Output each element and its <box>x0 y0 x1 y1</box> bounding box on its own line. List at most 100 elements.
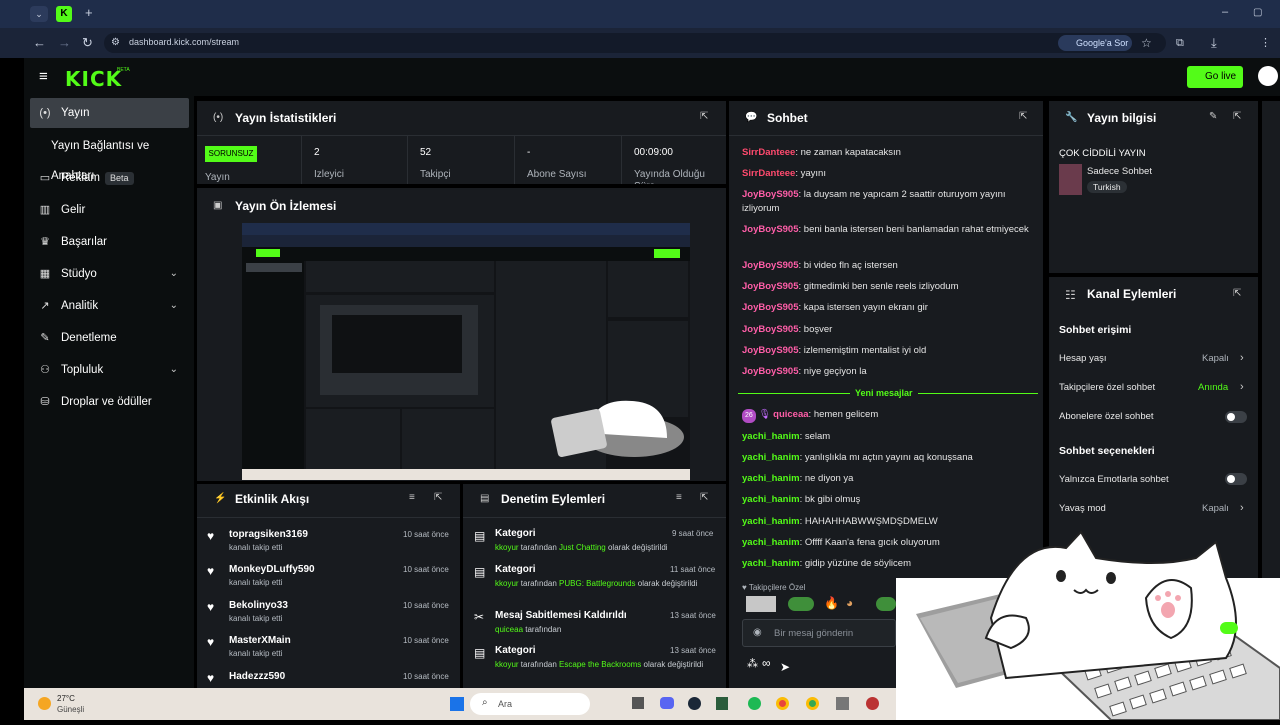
account-age-value[interactable]: Kapalı <box>1202 353 1229 364</box>
chat-input-placeholder: Bir mesaj gönderin <box>774 628 854 639</box>
popout-icon[interactable]: ⇱ <box>700 111 708 122</box>
chevron-right-icon[interactable]: › <box>1240 381 1244 393</box>
reload-icon[interactable]: ↻ <box>82 35 93 51</box>
popout-icon[interactable]: ⇱ <box>1019 111 1027 122</box>
mod-action-title: Kategori <box>495 645 536 656</box>
go-live-button[interactable]: Go live <box>1187 66 1243 88</box>
url-text[interactable]: dashboard.kick.com/stream <box>129 37 239 47</box>
url-field[interactable] <box>104 33 1166 53</box>
windows-start-icon[interactable] <box>450 697 464 711</box>
filter-icon[interactable]: ≡ <box>409 492 415 503</box>
kick-logo[interactable]: KICK <box>65 67 122 91</box>
downloads-icon[interactable]: ⤓ <box>1211 35 1217 51</box>
duration-stat: 00:09:00 Yayında Olduğu Süre <box>621 136 726 184</box>
site-info-icon[interactable]: ⚙ <box>111 35 120 51</box>
slow-mode-value[interactable]: Kapalı <box>1202 503 1229 514</box>
search-icon: ⌕ <box>482 697 488 708</box>
taskbar-search[interactable]: Ara <box>470 693 590 715</box>
activity-user[interactable]: Hadezzz590 <box>229 671 285 682</box>
spotify-icon[interactable] <box>748 697 761 710</box>
chrome-icon[interactable] <box>806 697 819 710</box>
followers-label: Takipçi <box>420 169 451 180</box>
sidebar-item-denetleme[interactable]: ✎ Denetleme <box>30 323 192 353</box>
moderation-title: Denetim Eylemleri <box>501 492 606 506</box>
emote-thumb[interactable] <box>746 596 776 612</box>
sidebar-item-gelir[interactable]: ▥ Gelir <box>30 195 192 225</box>
back-icon[interactable]: ← <box>33 35 46 51</box>
activity-user[interactable]: topragsiken3169 <box>229 529 308 540</box>
taskbar-app-icon[interactable] <box>716 697 728 710</box>
google-ask-button[interactable]: Google'a Sor <box>1058 35 1132 51</box>
viewers-value: 2 <box>314 147 320 158</box>
sidebar-item-topluluk[interactable]: ⚇ Topluluk ⌄ <box>30 355 192 385</box>
chat-message: JoyBoyS905: niye geçiyon la <box>742 366 867 377</box>
sidebar-item-studyo[interactable]: ▦ Stüdyo ⌄ <box>30 259 192 289</box>
slow-mode-label[interactable]: Yavaş mod <box>1059 503 1106 514</box>
kick-tab-favicon[interactable]: K <box>56 6 72 22</box>
chat-message: JoyBoyS905: kapa istersen yayın ekranı g… <box>742 302 928 313</box>
chat-message: yachi_hanim: selam <box>742 431 831 442</box>
new-tab-icon[interactable]: + <box>85 5 93 21</box>
popout-icon[interactable]: ⇱ <box>700 492 708 503</box>
emote-strip[interactable]: 🔥 ◕ <box>746 596 896 614</box>
taskbar-app-icon[interactable] <box>836 697 849 710</box>
channel-actions-title: Kanal Eylemleri <box>1087 287 1177 301</box>
fire-emote[interactable]: 🔥 <box>824 596 839 610</box>
steam-icon[interactable] <box>688 697 701 710</box>
menu-dots-icon[interactable]: ⋮ <box>1260 35 1271 51</box>
popout-icon[interactable]: ⇱ <box>1233 288 1241 299</box>
discord-icon[interactable] <box>660 697 674 709</box>
chat-footer-icon[interactable]: ⁂ <box>747 657 758 670</box>
frog-emote[interactable] <box>788 597 814 611</box>
followers-only-value[interactable]: Anında <box>1198 382 1228 393</box>
chevron-right-icon[interactable]: › <box>1240 502 1244 514</box>
subscriber-badge: 26 <box>742 409 756 423</box>
account-age-label[interactable]: Hesap yaşı <box>1059 353 1107 364</box>
activity-action: kanalı takip etti <box>229 543 283 552</box>
activity-user[interactable]: MasterXMain <box>229 635 291 646</box>
hamburger-menu-icon[interactable]: ≡ <box>39 69 48 85</box>
followers-only-notice: ♥ Takipçilere Özel <box>742 583 806 592</box>
chat-input[interactable]: ◉ Bir mesaj gönderin <box>742 619 896 647</box>
minimize-icon[interactable]: – <box>1222 4 1228 20</box>
frog-emote[interactable] <box>876 597 896 611</box>
activity-user[interactable]: MonkeyDLuffy590 <box>229 564 315 575</box>
sidebar-item-label: Reklam <box>61 172 100 184</box>
edit-pencil-icon[interactable]: ✎ <box>1209 111 1217 122</box>
forward-icon[interactable]: → <box>58 35 71 51</box>
sidebar-item-basarilar[interactable]: ♛ Başarılar <box>30 227 192 257</box>
taskbar-app-icon[interactable] <box>866 697 879 710</box>
weather-desc[interactable]: Güneşli <box>57 705 84 714</box>
maximize-icon[interactable]: ▢ <box>1253 5 1262 21</box>
chevron-down-icon: ⌄ <box>169 268 178 279</box>
extensions-icon[interactable]: ⧉ <box>1176 35 1184 51</box>
cat-emote[interactable]: ◕ <box>846 596 853 610</box>
sidebar-item-droplar[interactable]: ⛁ Droplar ve ödüller <box>30 387 192 417</box>
sidebar-item-label: Topluluk <box>61 364 104 376</box>
emote-only-toggle[interactable] <box>1225 473 1247 485</box>
sidebar-item-yayin[interactable]: (•) Yayın <box>30 98 189 128</box>
chrome-icon[interactable] <box>776 697 789 710</box>
taskbar-search-label: Ara <box>498 699 513 709</box>
sidebar-item-label: Droplar ve ödüller <box>61 396 152 408</box>
weather-temp[interactable]: 27°C <box>57 694 75 703</box>
weather-sun-icon[interactable] <box>38 697 51 710</box>
sidebar-item-reklam[interactable]: ▭ Reklam Beta <box>30 163 192 193</box>
user-avatar[interactable] <box>1258 66 1278 86</box>
tab-list-icon[interactable]: ⌄ <box>30 6 48 22</box>
bookmark-star-icon[interactable]: ☆ <box>1141 35 1152 51</box>
chat-message: SirrDanteee: yayını <box>742 168 826 179</box>
popout-icon[interactable]: ⇱ <box>434 492 442 503</box>
activity-user[interactable]: Bekolinyo33 <box>229 600 288 611</box>
stream-preview-video[interactable] <box>242 223 690 480</box>
filter-icon[interactable]: ≡ <box>676 492 682 503</box>
sidebar-item-analitik[interactable]: ↗ Analitik ⌄ <box>30 291 192 321</box>
sidebar-item-label: Analitik <box>61 300 99 312</box>
subscribers-only-toggle[interactable] <box>1225 411 1247 423</box>
popout-icon[interactable]: ⇱ <box>1233 111 1241 122</box>
sidebar-item-stream-key[interactable]: Yayın Bağlantısı ve Anahtarı <box>30 131 192 182</box>
taskbar-app-icon[interactable] <box>632 697 644 709</box>
chevron-right-icon[interactable]: › <box>1240 352 1244 364</box>
followers-only-label[interactable]: Takipçilere özel sohbet <box>1059 382 1155 393</box>
category-name[interactable]: Sadece Sohbet <box>1087 166 1152 177</box>
